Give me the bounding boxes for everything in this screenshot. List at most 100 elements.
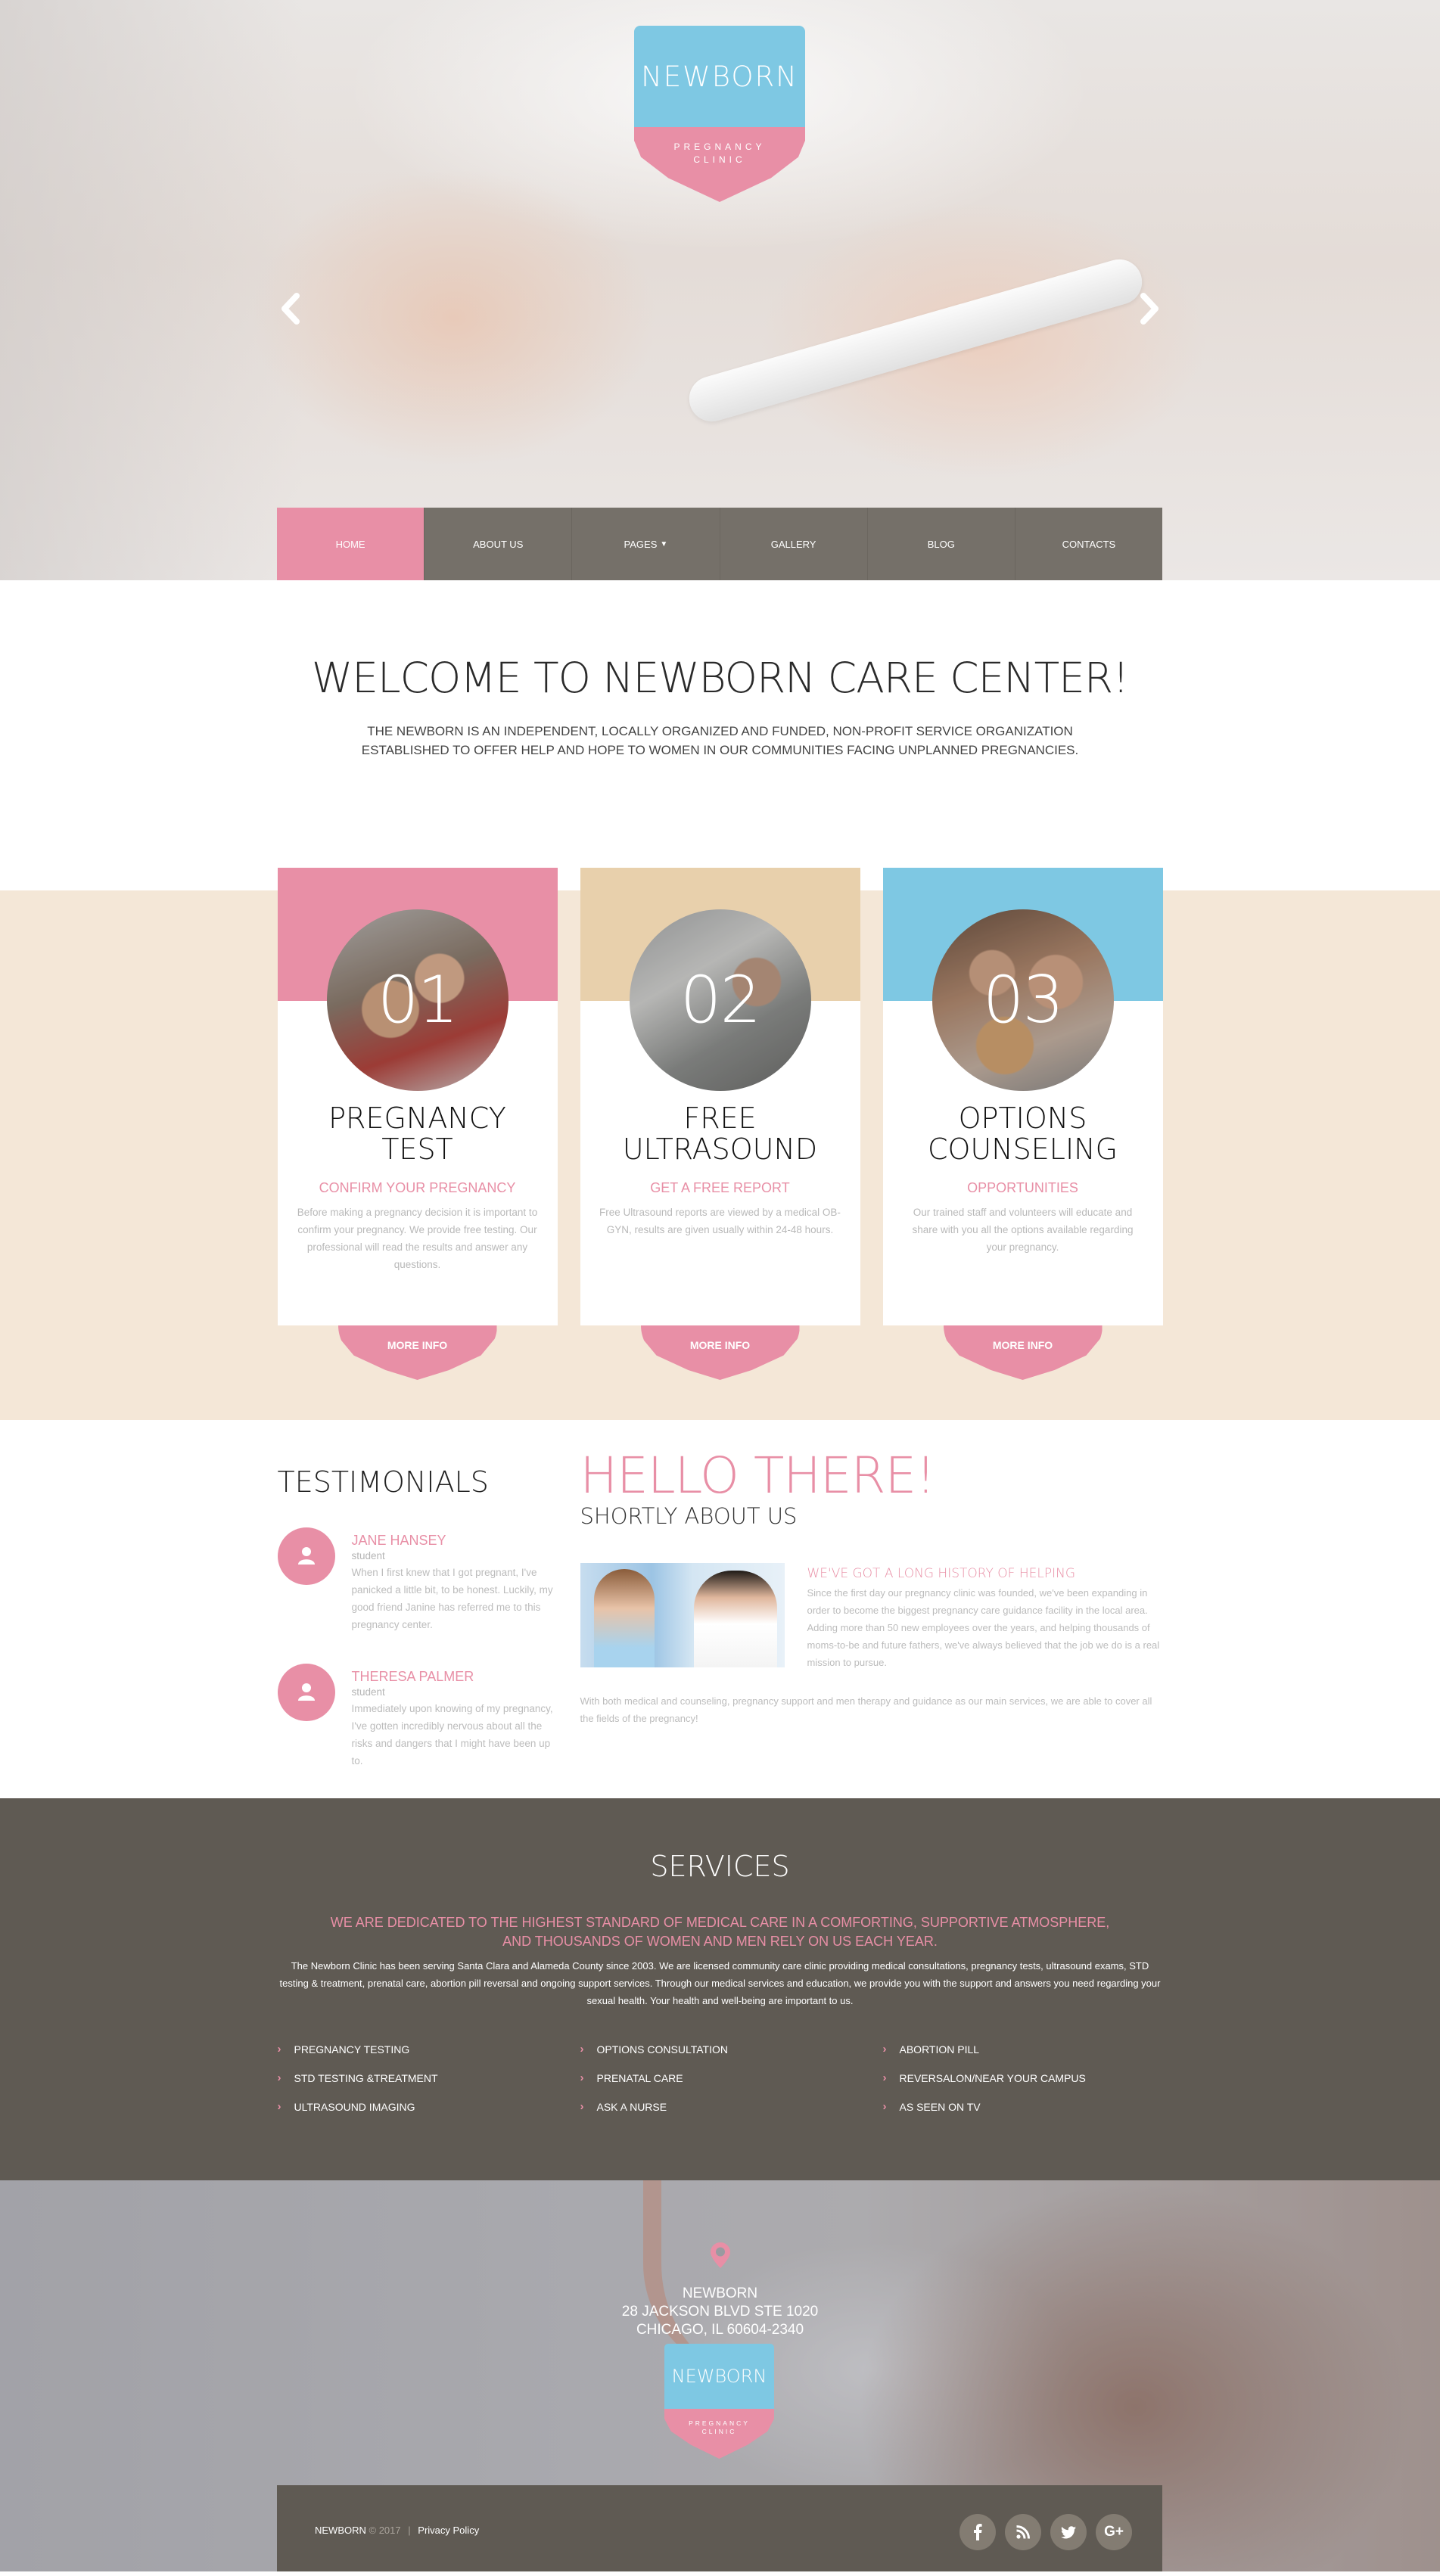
footer-bar: NEWBORN © 2017 | Privacy Policy G+ — [277, 2485, 1162, 2571]
avatar — [277, 1664, 335, 1721]
footer-brand: NEWBORN — [315, 2525, 366, 2536]
nav-item-contacts[interactable]: CONTACTS — [1015, 508, 1162, 580]
nav-item-about-us[interactable]: ABOUT US — [425, 508, 573, 580]
footer: NEWBORN 28 JACKSON BLVD STE 1020 CHICAGO… — [0, 2180, 1440, 2571]
nav-label: BLOG — [927, 538, 955, 550]
footer-logo-tagline-1: PREGNANCY — [689, 2419, 750, 2427]
user-icon — [297, 1547, 315, 1565]
about-footer-text: With both medical and counseling, pregna… — [580, 1695, 1152, 1724]
twitter-button[interactable] — [1050, 2514, 1087, 2550]
service-link[interactable]: › STD TESTING &TREATMENT — [278, 2071, 580, 2084]
service-label: ABORTION PILL — [899, 2043, 980, 2056]
logo-top: NEWBORN — [634, 26, 805, 127]
service-label: AS SEEN ON TV — [899, 2100, 981, 2113]
about-section: TESTIMONIALS JANE HANSEY student When I … — [277, 1397, 1163, 1798]
chevron-right-icon: › — [882, 2071, 887, 2084]
nav-item-pages[interactable]: PAGES ▼ — [572, 508, 720, 580]
chevron-right-icon: › — [277, 2043, 281, 2056]
card-title-line-1: FREE — [683, 1102, 757, 1135]
testimonials-title: TESTIMONIALS — [277, 1465, 489, 1499]
about-text: Since the first day our pregnancy clinic… — [807, 1587, 1160, 1668]
testimonial-name: JANE HANSEY — [351, 1533, 446, 1548]
logo-tagline-1: PREGNANCY — [673, 141, 766, 152]
welcome-section: WELCOME TO NEWBORN CARE CENTER! THE NEWB… — [0, 580, 1440, 868]
rss-button[interactable] — [1005, 2514, 1041, 2550]
chevron-right-icon: › — [277, 2071, 281, 2084]
chevron-right-icon — [1140, 293, 1159, 325]
site-logo[interactable]: NEWBORN PREGNANCY CLINIC — [634, 26, 805, 202]
slider-next-button[interactable] — [1135, 286, 1165, 331]
service-label: PREGNANCY TESTING — [294, 2043, 410, 2056]
service-link[interactable]: › REVERSALON/NEAR YOUR CAMPUS — [883, 2071, 1163, 2084]
features-section: 01 PREGNANCY TEST CONFIRM YOUR PREGNANCY… — [0, 868, 1440, 1420]
logo-name: NEWBORN — [641, 60, 798, 93]
rss-icon — [1016, 2525, 1030, 2539]
card-photo-ultrasound: 02 — [629, 909, 811, 1091]
nav-item-blog[interactable]: BLOG — [868, 508, 1015, 580]
service-link[interactable]: › AS SEEN ON TV — [883, 2100, 1163, 2113]
hero-slider: NEWBORN PREGNANCY CLINIC HOME ABOUT US P… — [0, 0, 1440, 580]
card-title-line-1: PREGNANCY — [328, 1102, 506, 1135]
service-label: ULTRASOUND IMAGING — [294, 2100, 415, 2113]
feature-cards: 01 PREGNANCY TEST CONFIRM YOUR PREGNANCY… — [277, 868, 1163, 1380]
card-title-line-2: TEST — [381, 1133, 453, 1166]
service-label: ASK A NURSE — [596, 2100, 667, 2113]
chevron-right-icon: › — [580, 2071, 584, 2084]
service-link[interactable]: › PREGNANCY TESTING — [278, 2043, 580, 2056]
card-title-line-2: COUNSELING — [927, 1133, 1118, 1166]
testimonial-item: THERESA PALMER student Immediately upon … — [277, 1664, 558, 1770]
services-lead-line-2: AND THOUSANDS OF WOMEN AND MEN RELY ON U… — [502, 1934, 938, 1949]
privacy-policy-link[interactable]: Privacy Policy — [418, 2525, 479, 2536]
map-pin-icon — [710, 2242, 730, 2268]
chevron-right-icon: › — [882, 2043, 887, 2056]
testimonials: TESTIMONIALS JANE HANSEY student When I … — [277, 1450, 558, 1798]
contact-name: NEWBORN — [682, 2285, 758, 2301]
hero-photo-shade — [0, 0, 303, 580]
contact-address-line-2: CHICAGO, IL 60604-2340 — [636, 2322, 804, 2338]
testimonial-role: student — [351, 1686, 385, 1698]
card-body: 03 OPTIONS COUNSELING OPPORTUNITIES Our … — [882, 868, 1163, 1325]
slider-prev-button[interactable] — [275, 286, 305, 331]
nav-item-gallery[interactable]: GALLERY — [720, 508, 868, 580]
services-title: SERVICES — [650, 1850, 790, 1883]
card-body: 02 FREE ULTRASOUND GET A FREE REPORT Fre… — [580, 868, 860, 1325]
testimonial-body: THERESA PALMER student Immediately upon … — [352, 1664, 556, 1770]
footer-logo-name: NEWBORN — [671, 2366, 767, 2387]
welcome-intro: THE NEWBORN IS AN INDEPENDENT, LOCALLY O… — [0, 722, 1440, 760]
service-link[interactable]: › ABORTION PILL — [883, 2043, 1163, 2056]
google-plus-button[interactable]: G+ — [1096, 2514, 1132, 2550]
services-section: SERVICES WE ARE DEDICATED TO THE HIGHEST… — [0, 1798, 1440, 2180]
about-title: HELLO THERE! — [580, 1446, 936, 1505]
about-text-block: WE'VE GOT A LONG HISTORY OF HELPING Sinc… — [807, 1563, 1163, 1671]
nav-label: HOME — [335, 538, 365, 550]
service-label: REVERSALON/NEAR YOUR CAMPUS — [899, 2071, 1086, 2084]
about-photo-doctor-patient — [580, 1563, 785, 1667]
footer-logo-top: NEWBORN — [664, 2344, 774, 2409]
service-link[interactable]: › ULTRASOUND IMAGING — [278, 2100, 580, 2113]
footer-logo-tagline-2: CLINIC — [701, 2428, 737, 2435]
feature-card-free-ultrasound: 02 FREE ULTRASOUND GET A FREE REPORT Fre… — [580, 868, 860, 1380]
footer-logo[interactable]: NEWBORN PREGNANCY CLINIC — [664, 2344, 774, 2459]
about-us: HELLO THERE! SHORTLY ABOUT US WE'VE GOT … — [580, 1450, 1163, 1798]
welcome-title: WELCOME TO NEWBORN CARE CENTER! — [311, 654, 1129, 702]
welcome-intro-line-2: ESTABLISHED TO OFFER HELP AND HOPE TO WO… — [361, 743, 1079, 757]
service-link[interactable]: › ASK A NURSE — [580, 2100, 883, 2113]
service-link[interactable]: › OPTIONS CONSULTATION — [580, 2043, 883, 2056]
social-links: G+ — [959, 2514, 1132, 2550]
services-lead: WE ARE DEDICATED TO THE HIGHEST STANDARD… — [278, 1913, 1163, 1951]
testimonial-role: student — [351, 1550, 385, 1561]
copyright-year: © 2017 — [369, 2525, 401, 2536]
chevron-right-icon: › — [882, 2100, 887, 2113]
services-list: › PREGNANCY TESTING › OPTIONS CONSULTATION… — [278, 2043, 1163, 2113]
card-photo-couple: 01 — [326, 909, 509, 1091]
testimonial-text: When I first knew that I got pregnant, I… — [351, 1567, 553, 1630]
nav-label: GALLERY — [770, 538, 816, 550]
facebook-button[interactable] — [959, 2514, 996, 2550]
testimonial-body: JANE HANSEY student When I first knew th… — [352, 1527, 556, 1633]
nav-item-home[interactable]: HOME — [277, 508, 425, 580]
avatar — [277, 1527, 335, 1585]
chevron-down-icon: ▼ — [660, 539, 668, 548]
testimonial-name: THERESA PALMER — [351, 1669, 474, 1684]
service-link[interactable]: › PRENATAL CARE — [580, 2071, 883, 2084]
logo-bottom: PREGNANCY CLINIC — [634, 127, 805, 202]
